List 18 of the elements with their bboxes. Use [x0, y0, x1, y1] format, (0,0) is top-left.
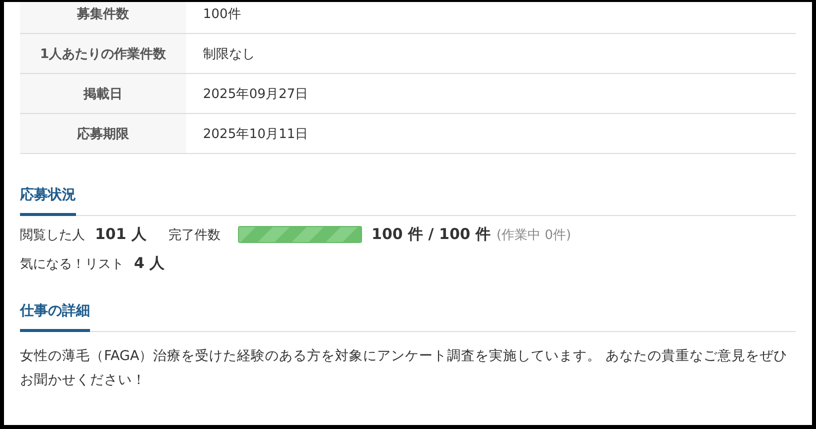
description-text: 女性の薄毛（FAGA）治療を受けた経験のある方を対象にアンケート調査を実施しています。 あなたの貴重なご意見をぜひお聞かせください！ — [20, 347, 789, 390]
stat-label: 閲覧した人 — [20, 226, 85, 244]
stat-value: 4 人 — [134, 254, 165, 273]
stat-label: 気になる！リスト — [20, 256, 124, 272]
table-header-cell: 募集件数 — [20, 2, 186, 33]
table-cell-text: 100件 — [202, 6, 241, 24]
table-header-cell: 応募期限 — [20, 114, 186, 153]
table-header-cell: 掲載日 — [20, 74, 186, 113]
table-cell-text: 2025年09月27日 — [202, 86, 308, 104]
stat-label: 完了件数 — [168, 226, 221, 244]
table-header-cell: 1人あたりの作業件数 — [20, 34, 186, 73]
stat-value: 100 件 / 100 件 — [372, 225, 491, 244]
section-title: 応募状況 — [20, 182, 76, 216]
stat-note: (作業中 0件) — [496, 226, 572, 244]
stat-value: 101 人 — [95, 225, 147, 244]
section-title: 仕事の詳細 — [20, 298, 90, 332]
table-cell-text: 2025年10月11日 — [202, 126, 308, 144]
table-cell-text: 制限なし — [202, 46, 255, 64]
